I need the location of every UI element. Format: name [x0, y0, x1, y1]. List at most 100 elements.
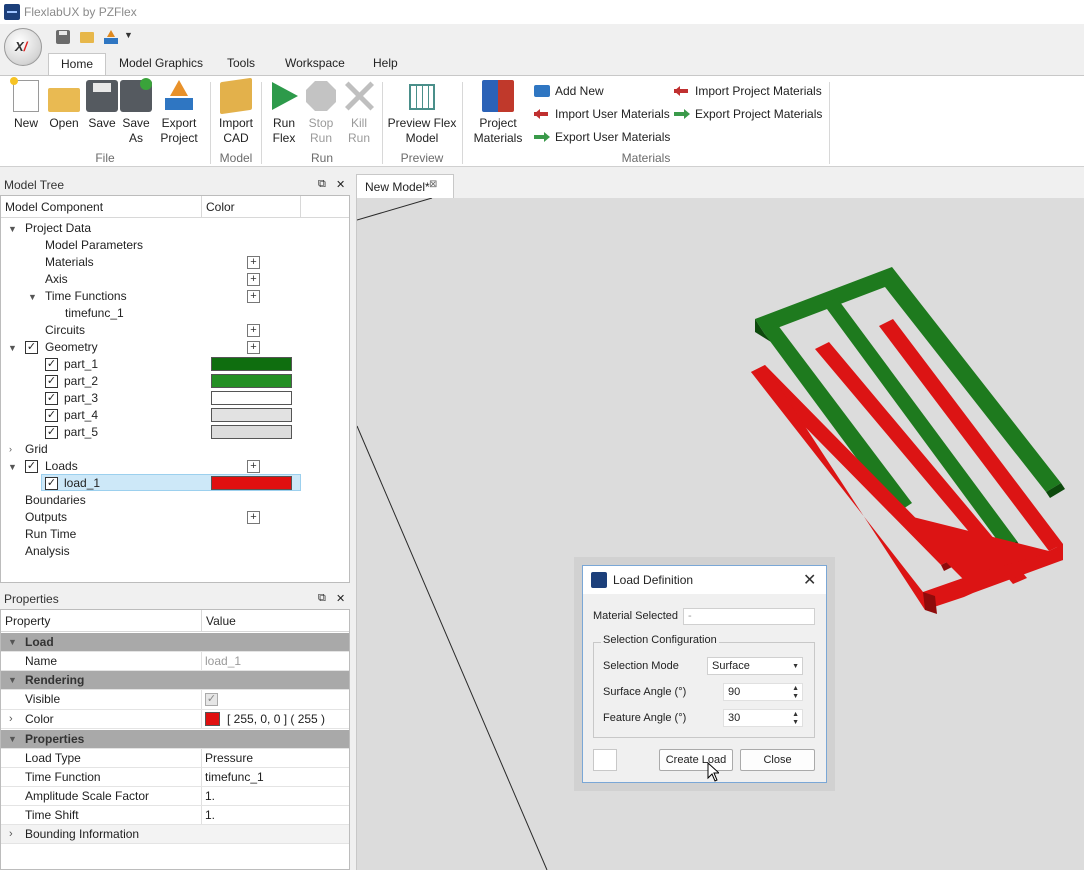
category-properties[interactable]: ▼ Properties: [1, 730, 349, 749]
tree-item-load-1[interactable]: load_1: [64, 475, 100, 492]
project-materials-button[interactable]: Project Materials: [470, 80, 526, 146]
quick-save-icon[interactable]: [56, 30, 70, 44]
expand-chevron-icon[interactable]: ▼: [28, 292, 37, 302]
property-row-time-shift[interactable]: Time Shift 1.: [1, 806, 349, 825]
tab-home[interactable]: Home: [48, 53, 107, 76]
tab-help[interactable]: Help: [361, 53, 410, 75]
load-1-color-swatch[interactable]: [211, 476, 292, 490]
collapse-chevron-icon[interactable]: ›: [9, 710, 13, 729]
kill-run-button[interactable]: Kill Run: [341, 80, 377, 146]
loads-checkbox[interactable]: ✓: [25, 460, 38, 473]
category-rendering[interactable]: ▼ Rendering: [1, 671, 349, 690]
spin-up-icon[interactable]: ▲: [792, 685, 799, 692]
close-panel-icon[interactable]: ✕: [336, 178, 345, 191]
tab-new-model[interactable]: New Model* ⊠: [356, 174, 454, 198]
create-load-button[interactable]: Create Load: [659, 749, 733, 771]
stop-run-button[interactable]: Stop Run: [303, 80, 339, 146]
tree-item-part-3[interactable]: part_3: [64, 390, 98, 407]
tree-item-outputs[interactable]: Outputs: [25, 509, 67, 526]
spin-down-icon[interactable]: ▼: [792, 693, 799, 700]
new-button[interactable]: New: [8, 77, 44, 131]
property-row-bounding[interactable]: › Bounding Information: [1, 825, 349, 844]
tree-item-axis[interactable]: Axis: [45, 271, 68, 288]
export-project-materials-button[interactable]: Export Project Materials: [674, 107, 822, 121]
tree-item-time-functions[interactable]: Time Functions: [45, 288, 127, 305]
expand-chevron-icon[interactable]: ▼: [8, 633, 17, 652]
add-axis-icon[interactable]: +: [247, 273, 260, 286]
tab-workspace[interactable]: Workspace: [273, 53, 357, 75]
load-1-checkbox[interactable]: ✓: [45, 477, 58, 490]
close-button[interactable]: Close: [740, 749, 815, 771]
col-model-component[interactable]: Model Component: [1, 196, 202, 218]
part-1-checkbox[interactable]: ✓: [45, 358, 58, 371]
add-time-function-icon[interactable]: +: [247, 290, 260, 303]
import-cad-button[interactable]: Import CAD: [214, 77, 258, 146]
part-3-checkbox[interactable]: ✓: [45, 392, 58, 405]
tree-item-geometry[interactable]: Geometry: [45, 339, 98, 356]
float-panel-icon[interactable]: ⧉: [318, 178, 326, 191]
color-swatch[interactable]: [205, 712, 220, 726]
visible-checkbox[interactable]: ✓: [205, 693, 218, 706]
property-row-load-type[interactable]: Load Type Pressure: [1, 749, 349, 768]
quick-open-icon[interactable]: [80, 32, 94, 43]
close-icon[interactable]: ✕: [803, 570, 816, 590]
tree-item-part-4[interactable]: part_4: [64, 407, 98, 424]
tree-item-boundaries[interactable]: Boundaries: [25, 492, 86, 509]
col-color[interactable]: Color: [202, 196, 301, 218]
run-flex-button[interactable]: Run Flex: [266, 80, 302, 146]
expand-chevron-icon[interactable]: ▼: [8, 671, 17, 690]
quick-export-icon[interactable]: [104, 30, 118, 44]
import-user-materials-button[interactable]: Import User Materials: [534, 107, 670, 121]
collapse-chevron-icon[interactable]: ›: [9, 825, 13, 844]
col-value[interactable]: Value: [202, 610, 349, 632]
property-row-name[interactable]: Name load_1: [1, 652, 349, 671]
tree-item-model-parameters[interactable]: Model Parameters: [45, 237, 143, 254]
tree-item-materials[interactable]: Materials: [45, 254, 94, 271]
quick-access-dropdown-icon[interactable]: ▼: [124, 30, 133, 40]
property-row-visible[interactable]: Visible ✓: [1, 690, 349, 710]
col-property[interactable]: Property: [1, 610, 202, 632]
feature-angle-spinbox[interactable]: 30 ▲ ▼: [723, 709, 803, 727]
tree-item-circuits[interactable]: Circuits: [45, 322, 85, 339]
tree-item-timefunc[interactable]: timefunc_1: [65, 305, 124, 322]
spin-up-icon[interactable]: ▲: [792, 711, 799, 718]
tree-item-part-2[interactable]: part_2: [64, 373, 98, 390]
save-as-button[interactable]: Save As: [118, 78, 154, 146]
expand-chevron-icon[interactable]: ▼: [8, 224, 17, 234]
tree-item-grid[interactable]: Grid: [25, 441, 48, 458]
add-new-material-button[interactable]: Add New: [534, 84, 604, 98]
selection-mode-dropdown[interactable]: Surface ▼: [707, 657, 803, 675]
expand-chevron-icon[interactable]: ▼: [8, 730, 17, 749]
add-geometry-icon[interactable]: +: [247, 341, 260, 354]
category-load[interactable]: ▼ Load: [1, 633, 349, 652]
property-row-time-function[interactable]: Time Function timefunc_1: [1, 768, 349, 787]
collapse-chevron-icon[interactable]: ›: [9, 444, 12, 454]
float-panel-icon[interactable]: ⧉: [318, 592, 326, 605]
close-tab-icon[interactable]: ⊠: [429, 179, 437, 190]
part-1-color-swatch[interactable]: [211, 357, 292, 371]
geometry-checkbox[interactable]: ✓: [25, 341, 38, 354]
save-button[interactable]: Save: [85, 80, 119, 131]
tree-item-project-data[interactable]: Project Data: [25, 220, 91, 237]
add-material-icon[interactable]: +: [247, 256, 260, 269]
part-2-checkbox[interactable]: ✓: [45, 375, 58, 388]
close-panel-icon[interactable]: ✕: [336, 592, 345, 605]
property-row-amplitude[interactable]: Amplitude Scale Factor 1.: [1, 787, 349, 806]
expand-chevron-icon[interactable]: ▼: [8, 343, 17, 353]
add-output-icon[interactable]: +: [247, 511, 260, 524]
add-load-icon[interactable]: +: [247, 460, 260, 473]
part-4-color-swatch[interactable]: [211, 408, 292, 422]
export-user-materials-button[interactable]: Export User Materials: [534, 130, 670, 144]
tree-item-loads[interactable]: Loads: [45, 458, 78, 475]
add-circuit-icon[interactable]: +: [247, 324, 260, 337]
export-project-button[interactable]: Export Project: [157, 80, 201, 146]
color-preview-box[interactable]: [593, 749, 617, 771]
tree-item-part-5[interactable]: part_5: [64, 424, 98, 441]
part-3-color-swatch[interactable]: [211, 391, 292, 405]
part-5-checkbox[interactable]: ✓: [45, 426, 58, 439]
application-menu-button[interactable]: X/: [4, 28, 42, 66]
tab-model-graphics[interactable]: Model Graphics: [107, 53, 215, 75]
part-5-color-swatch[interactable]: [211, 425, 292, 439]
spin-down-icon[interactable]: ▼: [792, 719, 799, 726]
tree-item-run-time[interactable]: Run Time: [25, 526, 76, 543]
